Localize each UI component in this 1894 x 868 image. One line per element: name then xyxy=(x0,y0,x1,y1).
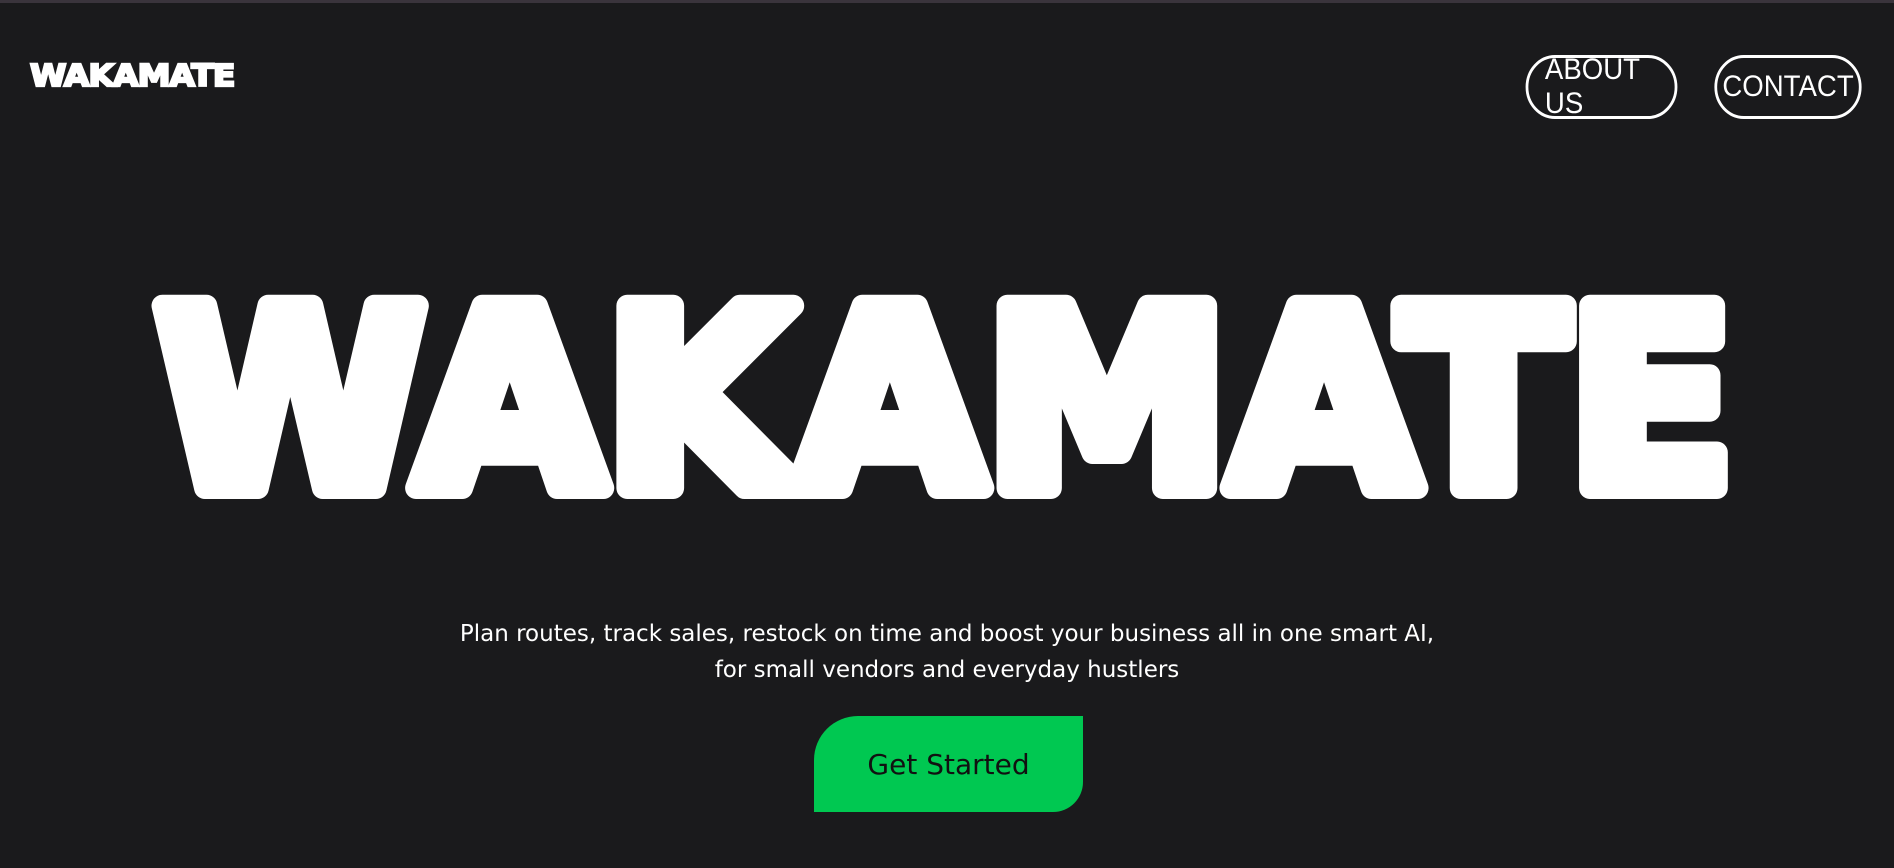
nav-contact-button[interactable]: CONTACT xyxy=(1714,55,1862,119)
top-nav: ABOUT US CONTACT xyxy=(1519,53,1868,120)
site-logo[interactable]: WAKAMATE xyxy=(29,59,237,92)
hero-tagline: Plan routes, track sales, restock on tim… xyxy=(0,616,1894,688)
hero-title-text: WAKAMATE xyxy=(155,288,1735,508)
nav-about-us-button[interactable]: ABOUT US xyxy=(1525,53,1678,120)
tagline-line-1: Plan routes, track sales, restock on tim… xyxy=(459,621,1435,647)
hero-title: WAKAMATE xyxy=(150,288,1740,508)
tagline-line-2: for small vendors and everyday hustlers xyxy=(714,657,1180,683)
top-border xyxy=(0,0,1894,3)
get-started-button[interactable]: Get Started xyxy=(814,716,1083,812)
